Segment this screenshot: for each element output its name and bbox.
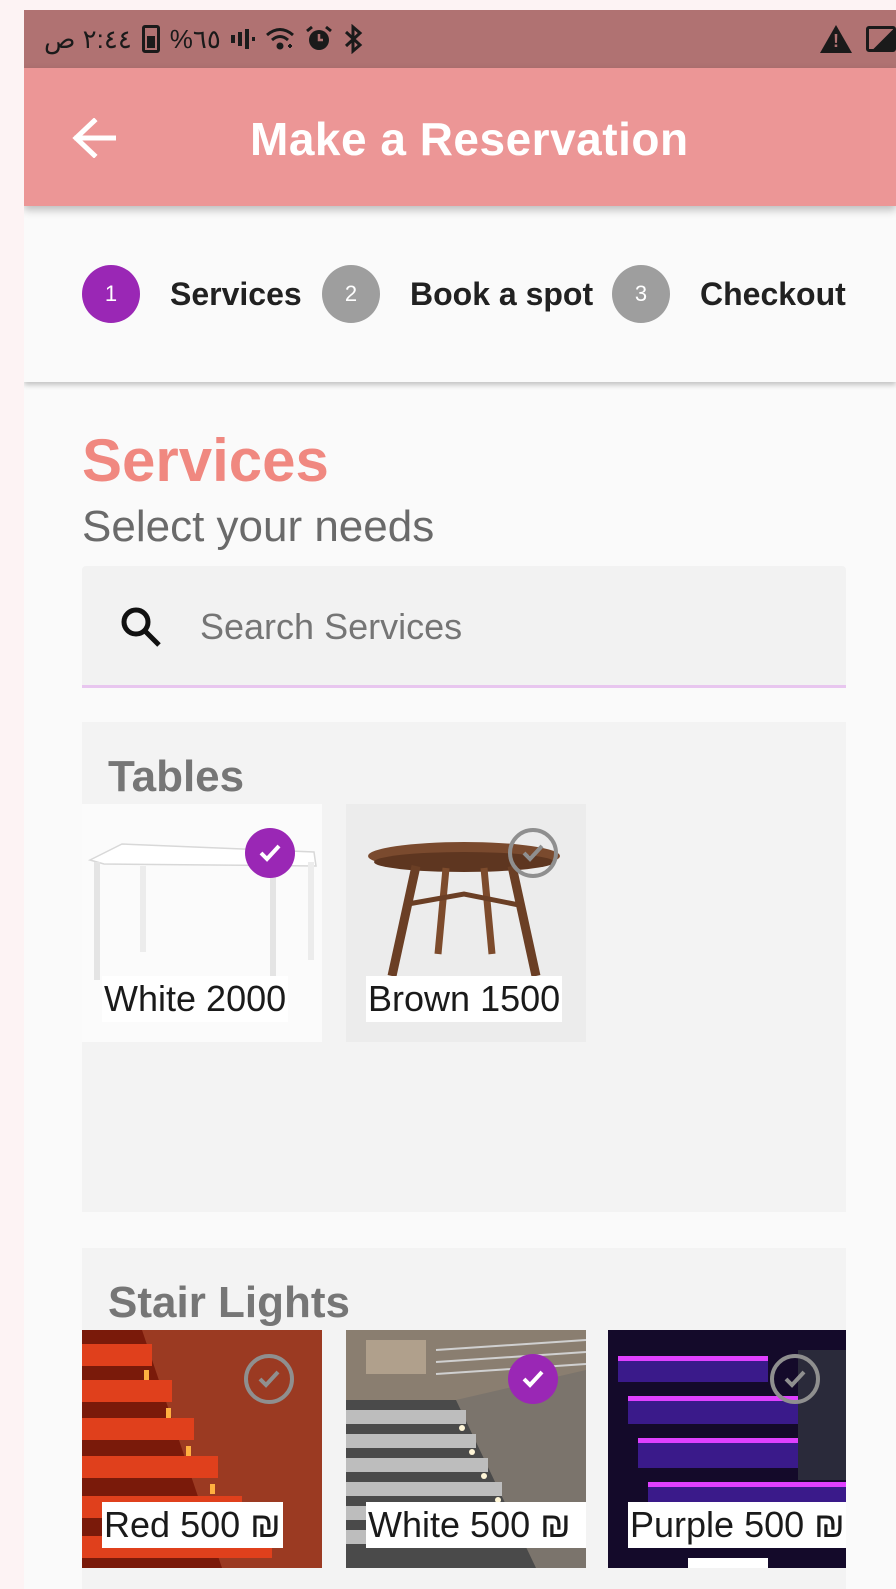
item-name: Red (104, 1504, 171, 1545)
item-label: Purple 500 ₪ (628, 1502, 846, 1548)
step-label: Checkout (700, 275, 846, 312)
item-price: 2000 (206, 978, 287, 1019)
step-services[interactable]: 1 Services (82, 264, 302, 324)
item-price: 500 ₪ (180, 1504, 281, 1545)
alarm-icon (305, 25, 333, 53)
app-screen: ٢:٤٤ ص %٦٥ Make a Reservation (24, 10, 896, 1589)
item-price: 500 ₪ (744, 1504, 845, 1545)
section-title: Services (82, 427, 329, 494)
stepper: 1 Services 2 Book a spot 3 Checkout (24, 206, 896, 382)
status-bar: ٢:٤٤ ص %٦٥ (24, 10, 896, 68)
arrow-left-icon (72, 118, 116, 158)
services-content: Services Select your needs Tables (24, 382, 896, 1589)
search-field[interactable] (82, 566, 846, 688)
unselected-check-icon (508, 828, 558, 878)
service-item-white-stair-light[interactable]: White 500 ₪ (346, 1330, 586, 1568)
step-number-badge: 2 (322, 265, 380, 323)
item-name: Brown (368, 978, 471, 1019)
signal-icon (230, 27, 255, 51)
step-book-a-spot[interactable]: 2 Book a spot (322, 264, 593, 324)
category-stair-lights: Stair Lights Red 500 ₪ White 500 ₪ Purpl… (82, 1248, 846, 1589)
service-item-red-stair-light[interactable]: Red 500 ₪ (82, 1330, 322, 1568)
service-item-brown-table[interactable]: Brown 1500 (346, 804, 586, 1042)
step-checkout[interactable]: 3 Checkout (612, 264, 846, 324)
item-name: White (368, 1504, 461, 1545)
battery-icon (141, 25, 160, 53)
unselected-check-icon (770, 1354, 820, 1404)
selected-check-icon (245, 828, 295, 878)
back-button[interactable] (64, 108, 124, 168)
search-input[interactable] (200, 592, 800, 662)
wifi-icon (265, 26, 295, 52)
warning-icon (820, 25, 852, 53)
image-icon (866, 26, 896, 52)
item-price: 500 ₪ (470, 1504, 571, 1545)
app-bar: Make a Reservation (24, 68, 896, 206)
section-subtitle: Select your needs (82, 502, 435, 551)
item-label: White 2000 (102, 976, 289, 1022)
selected-check-icon (508, 1354, 558, 1404)
step-label: Services (170, 275, 302, 312)
category-title: Stair Lights (108, 1278, 351, 1327)
item-label: Red 500 ₪ (102, 1502, 283, 1548)
status-left-group: ٢:٤٤ ص %٦٥ (44, 22, 365, 56)
item-label: White 500 ₪ (366, 1502, 586, 1548)
step-number-badge: 1 (82, 265, 140, 323)
service-item-white-table[interactable]: White 2000 (82, 804, 322, 1042)
category-title: Tables (108, 752, 245, 801)
item-price: 1500 (480, 978, 561, 1019)
item-name: White (104, 978, 197, 1019)
battery-percent: %٦٥ (169, 23, 221, 54)
status-right-group (820, 20, 896, 58)
item-name: Purple (630, 1504, 735, 1545)
category-tables: Tables White 2000 Brown 1500 (82, 722, 846, 1212)
step-number-badge: 3 (612, 265, 670, 323)
unselected-check-icon (244, 1354, 294, 1404)
bluetooth-icon (343, 24, 365, 54)
status-time: ٢:٤٤ ص (44, 23, 132, 54)
item-label: Brown 1500 (366, 976, 563, 1022)
service-item-purple-stair-light[interactable]: Purple 500 ₪ (608, 1330, 846, 1568)
step-label: Book a spot (410, 275, 594, 312)
page-title: Make a Reservation (250, 113, 689, 165)
search-icon (121, 607, 161, 647)
